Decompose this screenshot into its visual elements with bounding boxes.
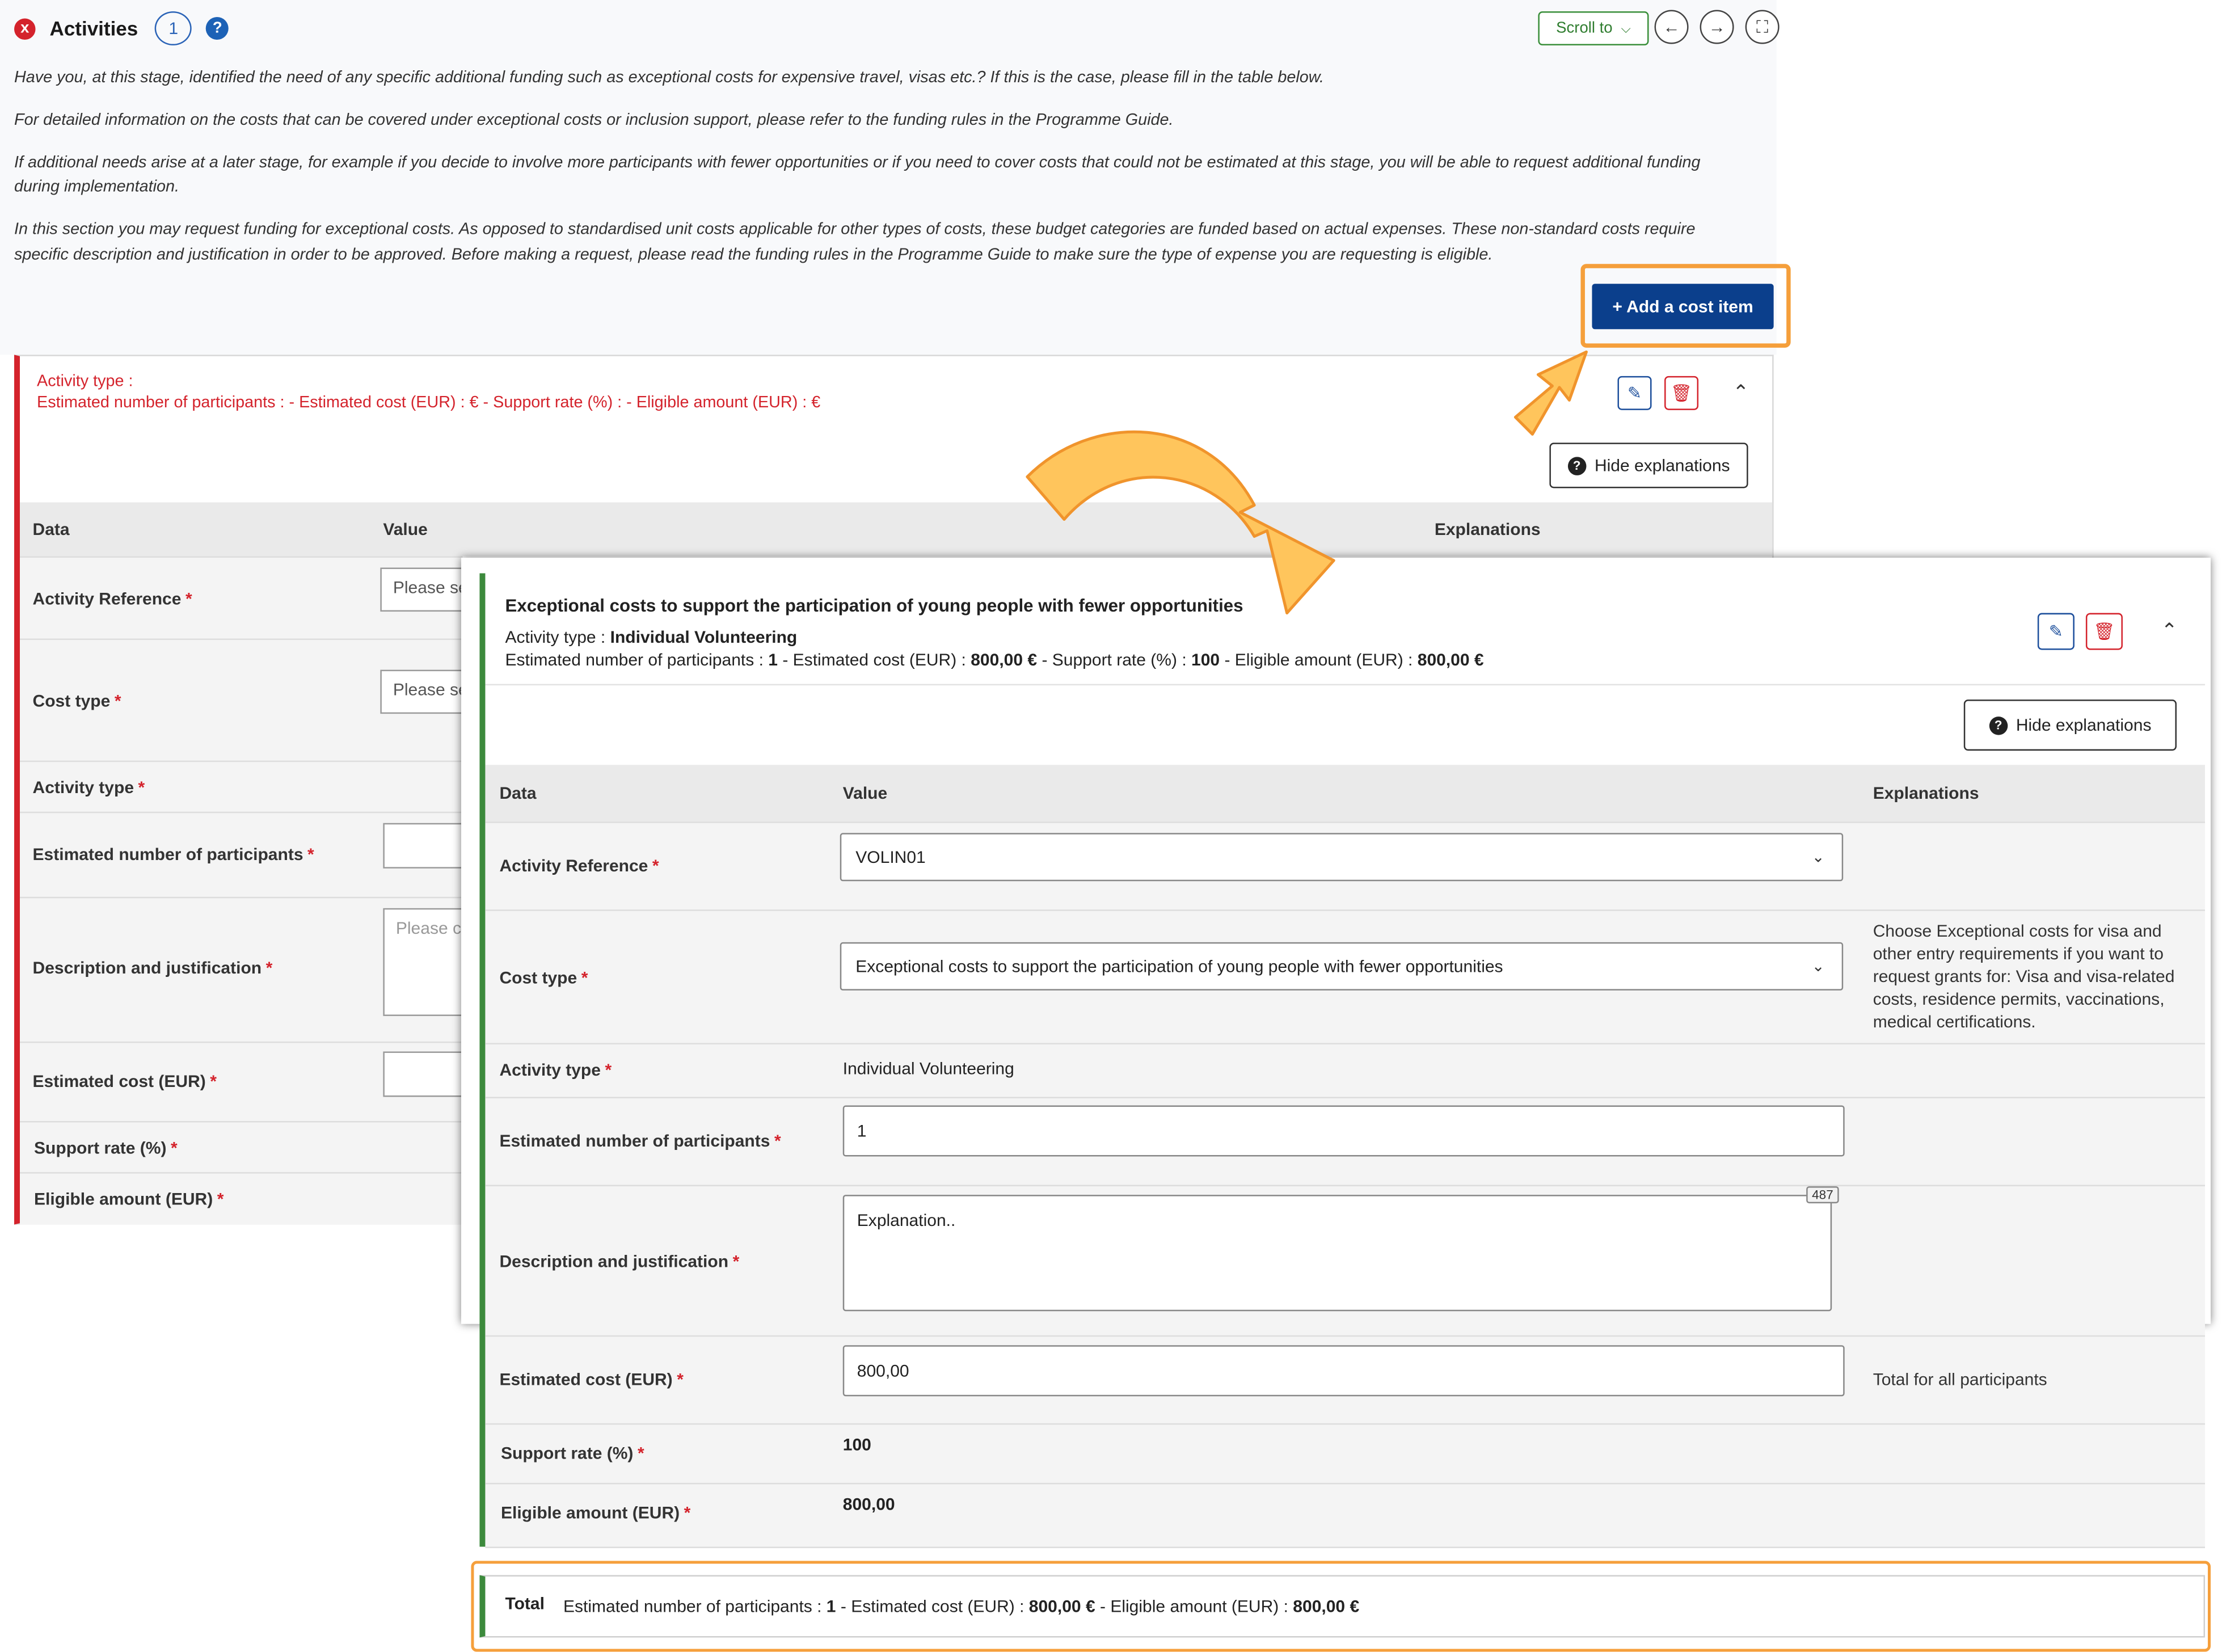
annotation-arrow-curved bbox=[1026, 430, 1335, 615]
annotation-arrows bbox=[1026, 350, 1588, 615]
annotation-arrow-up bbox=[1513, 350, 1588, 436]
